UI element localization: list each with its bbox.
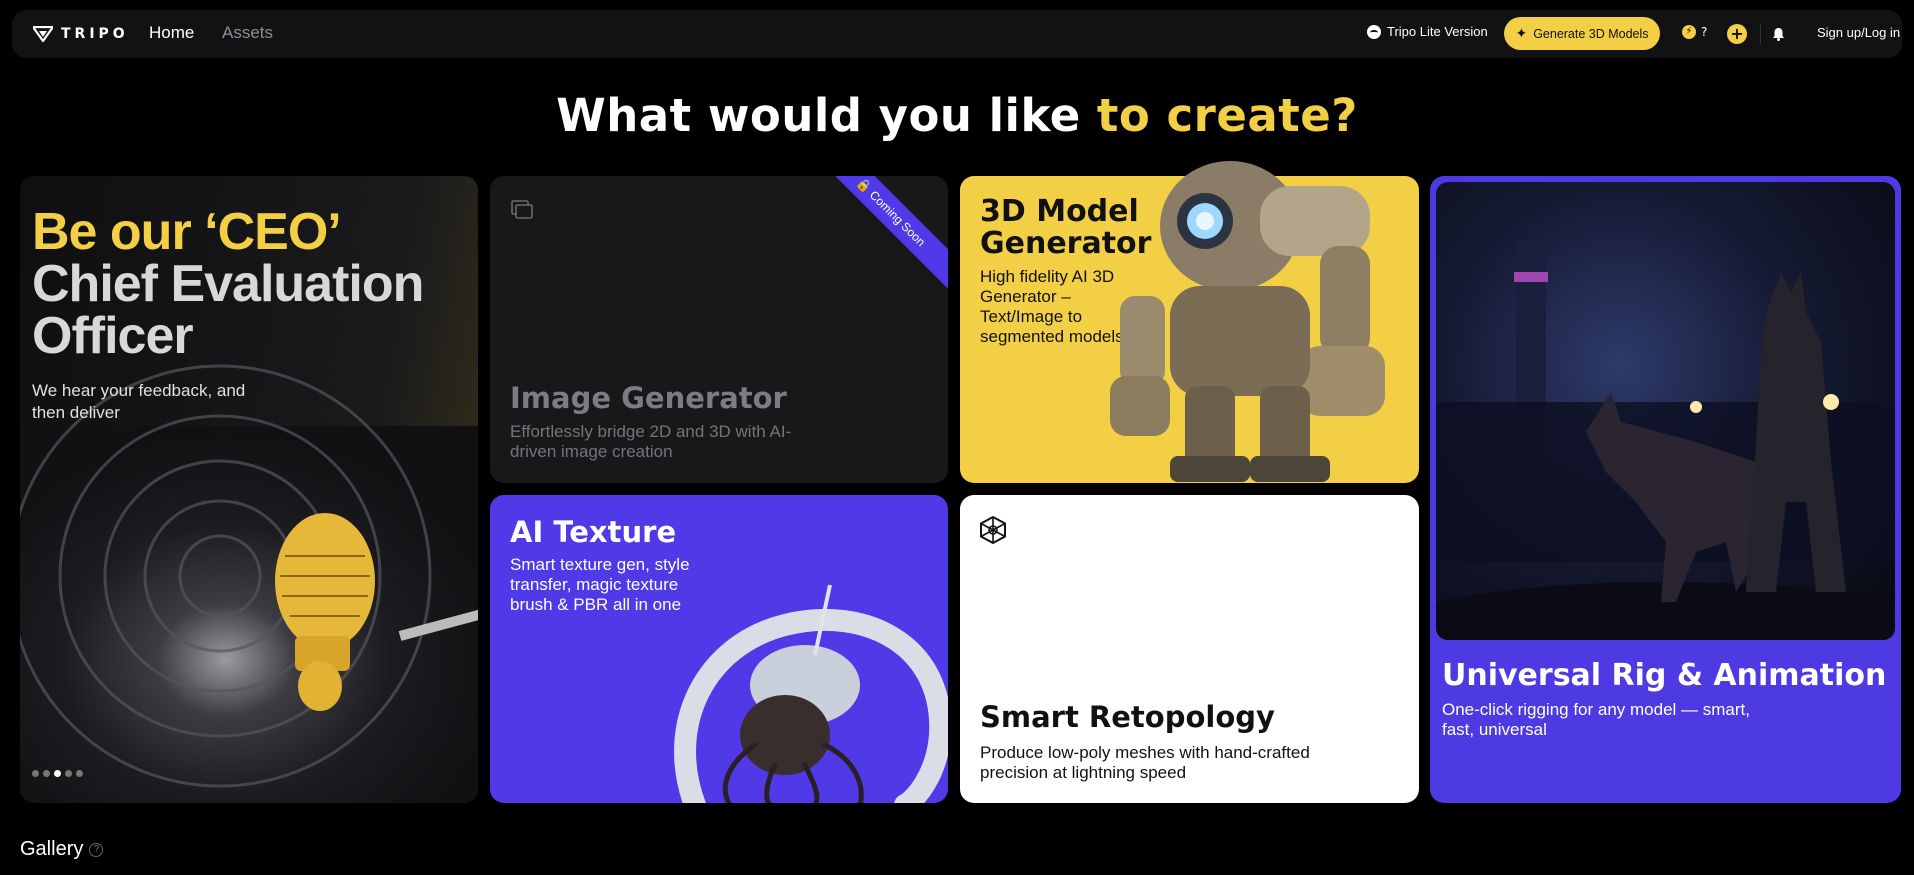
image-generator-description: Effortlessly bridge 2D and 3D with AI-dr… [510, 422, 792, 461]
carousel-dot-active[interactable] [54, 770, 61, 777]
images-icon [511, 200, 533, 219]
lite-version-link[interactable]: Tripo Lite Version [1367, 24, 1488, 39]
tripo-logo[interactable]: TRIPO [33, 24, 129, 44]
sparkle-icon: ✦ [1515, 25, 1528, 41]
coin-icon: ⚡ [1682, 25, 1696, 39]
ceo-subtitle: We hear your feedback, and then deliver [32, 381, 246, 422]
lite-label: Tripo Lite Version [1387, 24, 1488, 39]
carousel-dot[interactable] [32, 770, 39, 777]
robot-illustration [1110, 161, 1385, 482]
carousel-dot[interactable] [76, 770, 83, 777]
gallery-title: Gallery [20, 838, 84, 860]
image-generator-title: Image Generator [510, 381, 787, 415]
ceo-title-line2: Chief Evaluation [32, 255, 424, 313]
ceo-banner-card[interactable]: Be our ‘CEO’ Chief Evaluation Officer We… [20, 176, 478, 803]
nav-home[interactable]: Home [149, 23, 194, 43]
brand-name: TRIPO [61, 26, 129, 42]
help-icon[interactable]: ? [89, 842, 104, 857]
tripo-logo-icon [33, 26, 53, 42]
ai-texture-title: AI Texture [510, 515, 677, 549]
headline-part2: to create? [1096, 89, 1358, 142]
credits-display[interactable]: ⚡ ? [1682, 25, 1707, 39]
top-nav: TRIPO Home Assets Tripo Lite Version ✦ G… [12, 10, 1902, 58]
generate-3d-button[interactable]: ✦ Generate 3D Models [1504, 17, 1660, 50]
rig-animation-title: Universal Rig & Animation [1442, 658, 1887, 693]
mesh-cube-icon [980, 515, 1006, 545]
ceo-title: Be our ‘CEO’ Chief Evaluation Officer [32, 203, 424, 365]
image-generator-card[interactable]: 🔒 Coming Soon Image Generator Effortless… [490, 176, 948, 483]
credits-value: ? [1701, 25, 1708, 39]
ceo-title-line1: Be our ‘CEO’ [32, 203, 342, 261]
ceo-title-line3: Officer [32, 307, 194, 365]
carousel-dots [32, 770, 83, 777]
generate-label: Generate 3D Models [1533, 26, 1649, 41]
add-credits-button[interactable]: + [1727, 24, 1747, 44]
smart-retopology-card[interactable]: Smart Retopology Produce low-poly meshes… [960, 495, 1419, 803]
divider [1760, 24, 1761, 44]
carousel-dot[interactable] [43, 770, 50, 777]
rig-animation-image [1436, 182, 1895, 640]
badge-label: Coming Soon [866, 187, 929, 250]
smart-retopology-description: Produce low-poly meshes with hand-crafte… [980, 743, 1310, 782]
rig-animation-description: One-click rigging for any model — smart,… [1442, 700, 1750, 739]
nav-assets[interactable]: Assets [222, 23, 273, 43]
lite-icon [1367, 24, 1381, 39]
3d-model-generator-card[interactable]: 3D Model Generator High fidelity AI 3D G… [960, 161, 1419, 483]
smart-retopology-title: Smart Retopology [980, 700, 1275, 734]
gallery-section-title: Gallery ? [20, 838, 104, 861]
notification-bell-icon[interactable] [1768, 24, 1788, 44]
dog-and-figure-illustration [1436, 242, 1895, 640]
creature-illustration [674, 584, 948, 803]
coming-soon-badge: 🔒 Coming Soon [813, 176, 948, 290]
headline-part1: What would you like [556, 89, 1097, 142]
page-headline: What would you like to create? [0, 89, 1914, 142]
rig-animation-card[interactable]: Universal Rig & Animation One-click rigg… [1430, 176, 1901, 803]
carousel-dot[interactable] [65, 770, 72, 777]
sign-in-link[interactable]: Sign up/Log in [1817, 25, 1900, 40]
ai-texture-card[interactable]: AI Texture Smart texture gen, style tran… [490, 495, 948, 803]
